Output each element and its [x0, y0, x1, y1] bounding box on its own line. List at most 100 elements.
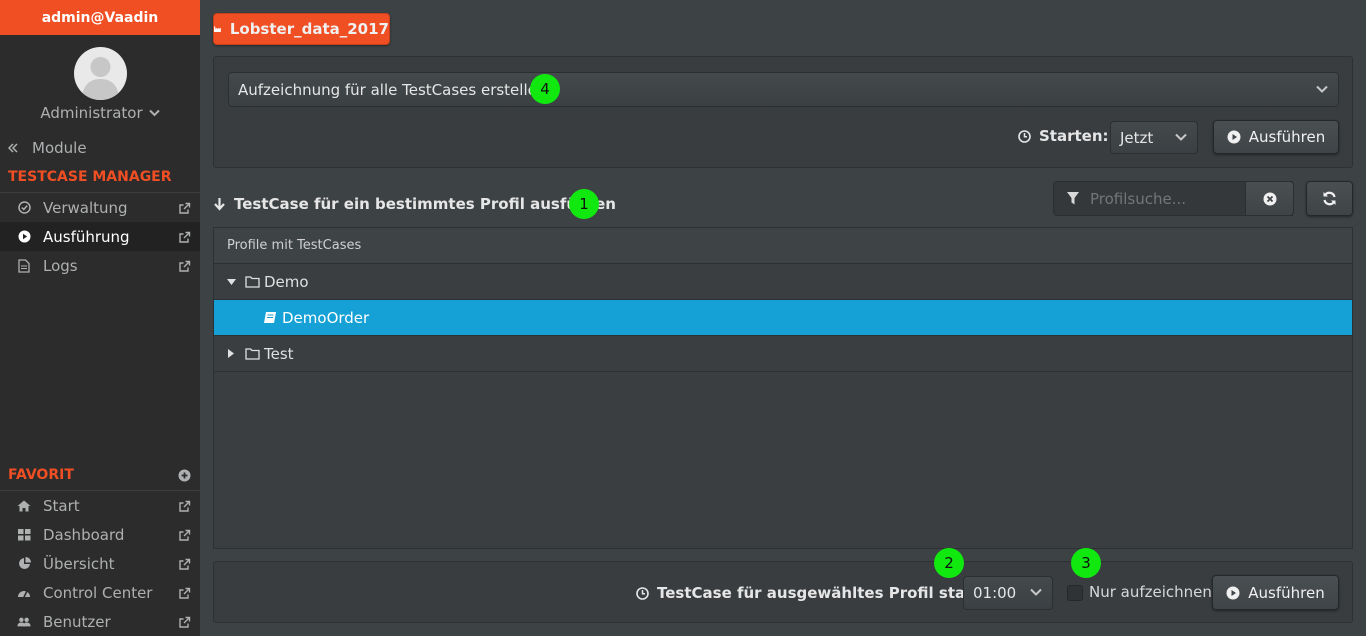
book-icon — [264, 312, 276, 323]
filter-icon — [1067, 192, 1079, 205]
recording-combo-value: Aufzeichnung für alle TestCases erstelle… — [238, 80, 547, 99]
refresh-icon — [1323, 191, 1336, 206]
tree-row-label: Demo — [264, 272, 309, 291]
record-only-checkbox[interactable] — [1067, 585, 1083, 601]
recording-panel: Aufzeichnung für alle TestCases erstelle… — [213, 56, 1353, 168]
sidebar-item-dashboard[interactable]: Dashboard — [0, 520, 200, 549]
sidebar-item-uebersicht[interactable]: Übersicht — [0, 549, 200, 578]
search-clear-button[interactable] — [1245, 181, 1294, 216]
pie-chart-icon — [17, 557, 31, 571]
sidebar-item-label: Control Center — [43, 583, 153, 602]
profile-section-title-text: TestCase für ein bestimmtes Profil ausfü… — [234, 195, 616, 213]
annotation-badge-1: 1 — [569, 189, 599, 219]
tree-row-demoorder[interactable]: DemoOrder — [214, 300, 1352, 336]
sidebar-item-label: Übersicht — [43, 554, 115, 573]
profile-tree: Profile mit TestCases Demo DemoOrder Tes… — [213, 227, 1353, 549]
section-favorit: FAVORIT — [8, 467, 74, 483]
external-link-icon — [178, 499, 191, 512]
add-favorite-icon[interactable] — [178, 469, 191, 486]
user-title[interactable]: admin@Vaadin — [0, 0, 200, 35]
home-icon — [17, 499, 31, 513]
profile-section-title: TestCase für ein bestimmtes Profil ausfü… — [213, 195, 616, 213]
play-circle-icon — [17, 230, 31, 244]
caret-right-icon[interactable] — [228, 349, 234, 358]
check-circle-icon — [17, 201, 31, 215]
users-icon — [17, 615, 31, 629]
chevron-down-icon — [1316, 85, 1328, 93]
external-link-icon — [178, 528, 191, 541]
recording-start-value: Jetzt — [1120, 128, 1154, 147]
section-testcase-manager: TESTCASE MANAGER — [8, 169, 172, 185]
footer-start-label: TestCase für ausgewähltes Profil starten… — [636, 584, 1007, 602]
external-link-icon — [178, 201, 191, 214]
annotation-badge-3: 3 — [1071, 548, 1101, 578]
refresh-button[interactable] — [1306, 181, 1353, 216]
footer-start-text: TestCase für ausgewähltes Profil starten… — [657, 584, 1007, 602]
recording-start-select[interactable]: Jetzt — [1110, 121, 1198, 154]
annotation-badge-4: 4 — [530, 74, 560, 104]
recording-start-text: Starten: — [1039, 127, 1109, 145]
user-role-menu[interactable]: Administrator — [0, 104, 200, 122]
external-link-icon — [178, 586, 191, 599]
sidebar-item-logs[interactable]: Logs — [0, 251, 200, 280]
recording-execute-button[interactable]: Ausführen — [1213, 120, 1339, 154]
execution-footer-panel: TestCase für ausgewähltes Profil starten… — [213, 561, 1353, 623]
recording-combo[interactable]: Aufzeichnung für alle TestCases erstelle… — [228, 72, 1339, 107]
caret-down-icon[interactable] — [227, 278, 236, 285]
tree-header: Profile mit TestCases — [214, 228, 1352, 264]
external-link-icon — [178, 557, 191, 570]
clock-icon — [636, 586, 649, 600]
main-content: Lobster_data_2017 Aufzeichnung für alle … — [200, 0, 1366, 636]
module-back-link[interactable]: Module — [0, 133, 200, 162]
clear-circle-icon — [1263, 192, 1276, 205]
play-circle-icon — [1226, 586, 1240, 599]
footer-time-select[interactable]: 01:00 — [963, 576, 1053, 610]
project-button-label: Lobster_data_2017 — [229, 20, 389, 38]
chevron-down-icon — [1030, 588, 1042, 596]
gauge-icon — [17, 586, 31, 600]
tree-row-test[interactable]: Test — [214, 336, 1352, 372]
file-icon — [17, 258, 31, 273]
execute-label: Ausführen — [1248, 128, 1326, 146]
record-only-label[interactable]: Nur aufzeichnen — [1089, 583, 1212, 601]
folder-icon — [245, 276, 260, 288]
user-avatar-icon — [82, 57, 119, 100]
external-link-icon — [178, 259, 191, 272]
tree-row-label: DemoOrder — [282, 308, 370, 327]
folder-icon — [245, 348, 260, 360]
module-label: Module — [32, 138, 87, 157]
user-role-label: Administrator — [40, 104, 143, 122]
external-link-icon — [178, 230, 191, 243]
tree-row-label: Test — [264, 344, 294, 363]
sidebar-item-label: Dashboard — [43, 525, 125, 544]
factory-icon — [214, 26, 221, 32]
double-chevron-left-icon — [6, 141, 20, 155]
sidebar-item-benutzer[interactable]: Benutzer — [0, 607, 200, 636]
arrow-down-icon — [214, 198, 225, 211]
external-link-icon — [178, 615, 191, 628]
avatar[interactable] — [74, 47, 127, 100]
user-title-text: admin@Vaadin — [41, 9, 159, 26]
profile-search-input[interactable] — [1090, 189, 1240, 209]
execute-label: Ausführen — [1248, 583, 1325, 602]
sidebar-item-label: Logs — [43, 256, 78, 275]
clock-icon — [1018, 129, 1031, 143]
footer-time-value: 01:00 — [973, 584, 1017, 602]
play-circle-icon — [1227, 130, 1241, 144]
sidebar-item-control-center[interactable]: Control Center — [0, 578, 200, 607]
sidebar-item-label: Benutzer — [43, 612, 111, 631]
sidebar-item-label: Ausführung — [43, 227, 130, 246]
sidebar-item-start[interactable]: Start — [0, 491, 200, 520]
sidebar-item-label: Start — [43, 496, 80, 515]
sidebar-item-label: Verwaltung — [43, 198, 128, 217]
chevron-down-icon — [1175, 133, 1187, 141]
chevron-down-icon — [148, 109, 160, 117]
tree-row-demo[interactable]: Demo — [214, 264, 1352, 300]
sidebar: admin@Vaadin Administrator Module TESTCA… — [0, 0, 200, 636]
sidebar-item-verwaltung[interactable]: Verwaltung — [0, 193, 200, 222]
footer-execute-button[interactable]: Ausführen — [1212, 575, 1339, 610]
recording-start-label: Starten: — [1018, 127, 1109, 145]
sidebar-item-ausfuehrung[interactable]: Ausführung — [0, 222, 200, 251]
project-button[interactable]: Lobster_data_2017 — [213, 13, 390, 45]
grid-icon — [17, 528, 31, 542]
